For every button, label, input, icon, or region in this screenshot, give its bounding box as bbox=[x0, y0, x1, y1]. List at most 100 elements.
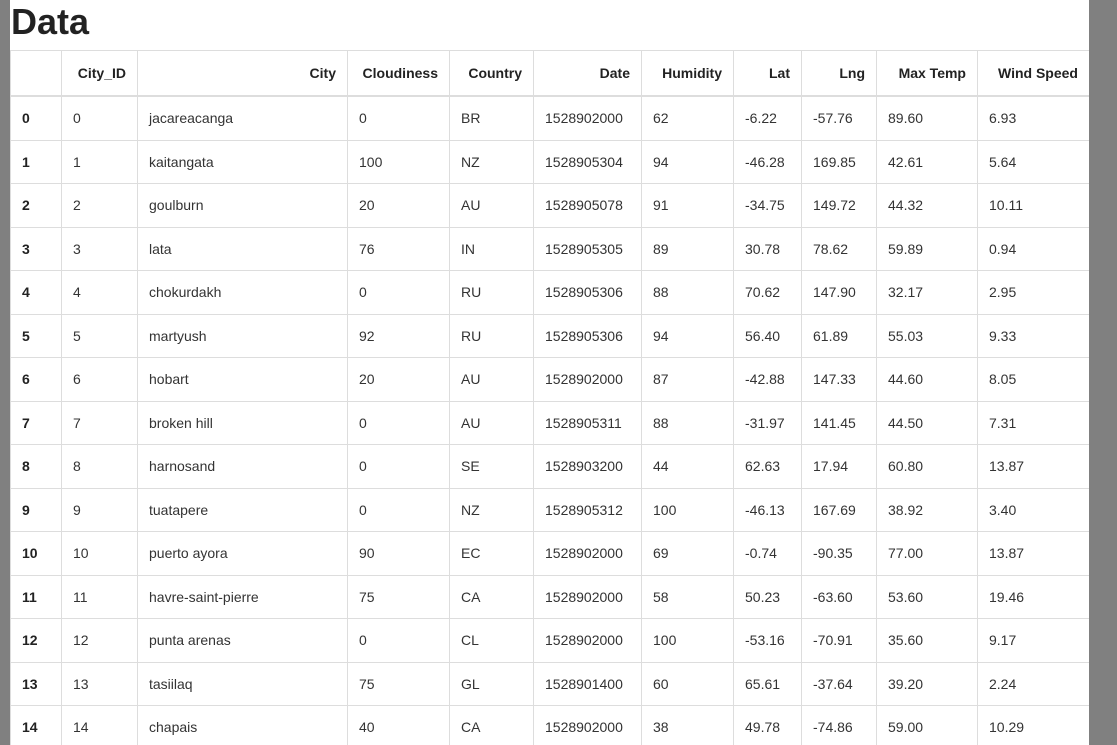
table-cell: 20 bbox=[347, 357, 450, 402]
table-cell: 1528902000 bbox=[533, 95, 642, 141]
table-cell: 7.31 bbox=[977, 400, 1089, 445]
table-cell: 1528905311 bbox=[533, 400, 642, 445]
table-cell: 0 bbox=[347, 95, 450, 141]
table-cell: 1528905306 bbox=[533, 313, 642, 358]
table-cell: 75 bbox=[347, 661, 450, 706]
table-cell: 77.00 bbox=[876, 531, 978, 576]
table-cell: 3 bbox=[61, 226, 138, 271]
table-cell: 9 bbox=[61, 487, 138, 532]
table-row: 12 12 punta arenas 0 CL 1528902000 100 -53.16 -7… bbox=[10, 618, 1089, 663]
table-cell: 40 bbox=[347, 705, 450, 745]
table-cell: 94 bbox=[641, 313, 734, 358]
table-cell: SE bbox=[449, 444, 534, 489]
table-cell: punta arenas bbox=[137, 618, 348, 663]
table-cell: 65.61 bbox=[733, 661, 802, 706]
row-index: 8 bbox=[10, 444, 62, 489]
table-cell: 44.50 bbox=[876, 400, 978, 445]
table-cell: 14 bbox=[61, 705, 138, 745]
table-cell: 61.89 bbox=[801, 313, 877, 358]
table-cell: 50.23 bbox=[733, 574, 802, 619]
table-cell: 141.45 bbox=[801, 400, 877, 445]
table-cell: 100 bbox=[641, 487, 734, 532]
table-cell: -37.64 bbox=[801, 661, 877, 706]
table-cell: 88 bbox=[641, 270, 734, 315]
row-index: 2 bbox=[10, 183, 62, 228]
table-cell: AU bbox=[449, 357, 534, 402]
table-cell: -63.60 bbox=[801, 574, 877, 619]
table-cell: 1528905305 bbox=[533, 226, 642, 271]
row-index: 0 bbox=[10, 95, 62, 141]
table-cell: -53.16 bbox=[733, 618, 802, 663]
row-index: 12 bbox=[10, 618, 62, 663]
table-cell: 58 bbox=[641, 574, 734, 619]
row-index: 11 bbox=[10, 574, 62, 619]
table-cell: 1528902000 bbox=[533, 618, 642, 663]
table-cell: 13 bbox=[61, 661, 138, 706]
table-cell: 35.60 bbox=[876, 618, 978, 663]
table-cell: 1528901400 bbox=[533, 661, 642, 706]
table-cell: 6 bbox=[61, 357, 138, 402]
table-cell: 91 bbox=[641, 183, 734, 228]
table-cell: chokurdakh bbox=[137, 270, 348, 315]
table-cell: 0 bbox=[347, 400, 450, 445]
table-cell: CA bbox=[449, 574, 534, 619]
table-cell: GL bbox=[449, 661, 534, 706]
table-cell: CA bbox=[449, 705, 534, 745]
table-cell: 0 bbox=[347, 270, 450, 315]
table-cell: goulburn bbox=[137, 183, 348, 228]
row-index: 6 bbox=[10, 357, 62, 402]
table-cell: 10.29 bbox=[977, 705, 1089, 745]
table-cell: havre-saint-pierre bbox=[137, 574, 348, 619]
table-cell: 149.72 bbox=[801, 183, 877, 228]
table-cell: 167.69 bbox=[801, 487, 877, 532]
table-row: 10 10 puerto ayora 90 EC 1528902000 69 -0.74 -90… bbox=[10, 531, 1089, 576]
table-cell: tasiilaq bbox=[137, 661, 348, 706]
table-cell: 4 bbox=[61, 270, 138, 315]
table-cell: jacareacanga bbox=[137, 95, 348, 141]
table-cell: 78.62 bbox=[801, 226, 877, 271]
table-cell: 90 bbox=[347, 531, 450, 576]
table-row: 13 13 tasiilaq 75 GL 1528901400 60 65.61 -37.64 3… bbox=[10, 661, 1089, 706]
table-row: 2 2 goulburn 20 AU 1528905078 91 -34.75 149.72 44… bbox=[10, 183, 1089, 228]
table-row: 11 11 havre-saint-pierre 75 CA 1528902000 58 50… bbox=[10, 574, 1089, 619]
table-cell: 55.03 bbox=[876, 313, 978, 358]
table-cell: NZ bbox=[449, 487, 534, 532]
table-cell: BR bbox=[449, 95, 534, 141]
table-cell: 92 bbox=[347, 313, 450, 358]
table-cell: harnosand bbox=[137, 444, 348, 489]
table-cell: 1 bbox=[61, 139, 138, 184]
table-cell: 30.78 bbox=[733, 226, 802, 271]
column-header: Cloudiness bbox=[347, 50, 450, 97]
table-cell: 13.87 bbox=[977, 444, 1089, 489]
table-cell: kaitangata bbox=[137, 139, 348, 184]
table-cell: 89.60 bbox=[876, 95, 978, 141]
column-header: City_ID bbox=[61, 50, 138, 97]
table-cell: -6.22 bbox=[733, 95, 802, 141]
table-row: 4 4 chokurdakh 0 RU 1528905306 88 70.62 147.90 32… bbox=[10, 270, 1089, 315]
table-cell: CL bbox=[449, 618, 534, 663]
table-row: 8 8 harnosand 0 SE 1528903200 44 62.63 17.94 60.8… bbox=[10, 444, 1089, 489]
table-cell: hobart bbox=[137, 357, 348, 402]
table-cell: 62.63 bbox=[733, 444, 802, 489]
table-cell: 69 bbox=[641, 531, 734, 576]
table-cell: 169.85 bbox=[801, 139, 877, 184]
table-cell: 0 bbox=[347, 487, 450, 532]
table-cell: 75 bbox=[347, 574, 450, 619]
table-cell: 2.24 bbox=[977, 661, 1089, 706]
row-index: 1 bbox=[10, 139, 62, 184]
table-cell: 1528902000 bbox=[533, 357, 642, 402]
row-index: 5 bbox=[10, 313, 62, 358]
data-table: City_ID City Cloudiness Country Date Humidity… bbox=[10, 50, 1089, 745]
table-cell: 1528903200 bbox=[533, 444, 642, 489]
table-cell: -46.13 bbox=[733, 487, 802, 532]
table-row: 6 6 hobart 20 AU 1528902000 87 -42.88 147.33 44.6… bbox=[10, 357, 1089, 402]
column-header: Date bbox=[533, 50, 642, 97]
row-index: 13 bbox=[10, 661, 62, 706]
table-cell: 3.40 bbox=[977, 487, 1089, 532]
table-cell: 9.17 bbox=[977, 618, 1089, 663]
table-cell: 2.95 bbox=[977, 270, 1089, 315]
table-cell: RU bbox=[449, 313, 534, 358]
table-cell: 17.94 bbox=[801, 444, 877, 489]
table-cell: 5.64 bbox=[977, 139, 1089, 184]
table-cell: lata bbox=[137, 226, 348, 271]
